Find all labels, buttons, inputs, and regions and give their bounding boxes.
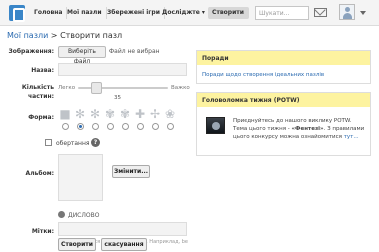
shape-flower-puzzle-icon[interactable]: ❀: [164, 108, 176, 120]
shape-radio-2[interactable]: [77, 123, 84, 130]
shape-radio-4[interactable]: [107, 123, 114, 130]
pieces-slider[interactable]: [78, 82, 168, 94]
user-avatar-icon[interactable]: [339, 4, 355, 20]
challenge-title: Головоломка тижня (POTW): [197, 93, 370, 107]
breadcrumb-current: Створити пазл: [60, 31, 123, 40]
rotation-label: обертання: [56, 140, 90, 147]
pieces-label-line2: частин:: [28, 93, 54, 100]
shape-radio-1[interactable]: [62, 123, 69, 130]
no-file-text: Файл не вибран: [109, 48, 160, 55]
shape-label: Форма:: [28, 114, 54, 121]
nav-create[interactable]: Створити: [208, 7, 249, 19]
name-input[interactable]: [58, 63, 187, 76]
shape-square-icon[interactable]: ■: [59, 108, 71, 120]
cancel-button[interactable]: скасування: [101, 238, 147, 251]
hard-label: Важко: [171, 85, 190, 91]
shape-radio-5[interactable]: [122, 123, 129, 130]
challenge-panel: Головоломка тижня (POTW) Приєднуйтесь до…: [196, 92, 371, 156]
shape-wave-puzzle-icon[interactable]: ✾: [104, 108, 116, 120]
slider-handle[interactable]: [91, 82, 102, 94]
album-label: Альбом:: [25, 170, 54, 177]
nav-explore[interactable]: Досліджте ▾: [158, 7, 210, 19]
tags-input[interactable]: [58, 222, 187, 236]
tags-label: Мітки:: [31, 228, 54, 235]
shape-jagged-puzzle-icon[interactable]: ✢: [149, 108, 161, 120]
shape-radio-8[interactable]: [167, 123, 174, 130]
shape-radio-3[interactable]: [92, 123, 99, 130]
tips-link[interactable]: Поради щодо створення ідеальних пазлів: [197, 65, 370, 85]
challenge-thumbnail[interactable]: [206, 117, 225, 134]
breadcrumb-separator: >: [48, 31, 61, 40]
image-label: Зображення:: [8, 48, 54, 55]
breadcrumb: Мої пазли > Створити пазл: [7, 31, 122, 40]
tips-panel: Поради Поради щодо створення ідеальних п…: [196, 50, 371, 84]
shape-classic-puzzle-icon[interactable]: ✻: [74, 108, 86, 120]
caret-down-icon[interactable]: [360, 11, 366, 15]
change-album-button[interactable]: Змінити...: [112, 165, 150, 178]
album-thumbnail: [58, 154, 103, 201]
challenge-more-link[interactable]: тут...: [344, 134, 359, 140]
search-input[interactable]: Шукати...: [255, 6, 309, 20]
nav-home[interactable]: Головна: [30, 7, 68, 19]
pieces-count: 35: [114, 95, 121, 101]
easy-label: Легко: [58, 85, 76, 91]
mail-icon[interactable]: [314, 8, 327, 17]
shape-round-puzzle-icon[interactable]: ✾: [119, 108, 131, 120]
breadcrumb-my-puzzles-link[interactable]: Мої пазли: [7, 31, 48, 40]
challenge-text: Приєднуйтесь до нашого виклику POTW. Тем…: [233, 117, 367, 141]
app-logo-icon[interactable]: [9, 5, 25, 22]
nav-saved-games[interactable]: Збережені ігри: [103, 7, 165, 19]
top-navigation-bar: Головна Мої пазли Збережені ігри Дослідж…: [0, 0, 379, 26]
name-label: Назва:: [31, 67, 54, 74]
create-button[interactable]: Створити: [58, 238, 96, 251]
challenge-theme: «Фентезі»: [291, 126, 324, 132]
shape-radio-7[interactable]: [152, 123, 159, 130]
tips-title: Поради: [197, 51, 370, 65]
rotation-checkbox[interactable]: [45, 139, 52, 146]
help-icon[interactable]: ?: [91, 138, 100, 147]
nav-my-puzzles[interactable]: Мої пазли: [63, 7, 107, 19]
pieces-label-line1: Кількість: [21, 84, 54, 91]
album-name: ДИСЛОВО: [68, 212, 100, 219]
choose-file-button[interactable]: Виберіть файл: [58, 46, 106, 65]
album-link-icon: [58, 211, 65, 218]
shape-radio-6[interactable]: [137, 123, 144, 130]
shape-classic2-puzzle-icon[interactable]: ✻: [89, 108, 101, 120]
shape-cross-puzzle-icon[interactable]: ✚: [134, 108, 146, 120]
